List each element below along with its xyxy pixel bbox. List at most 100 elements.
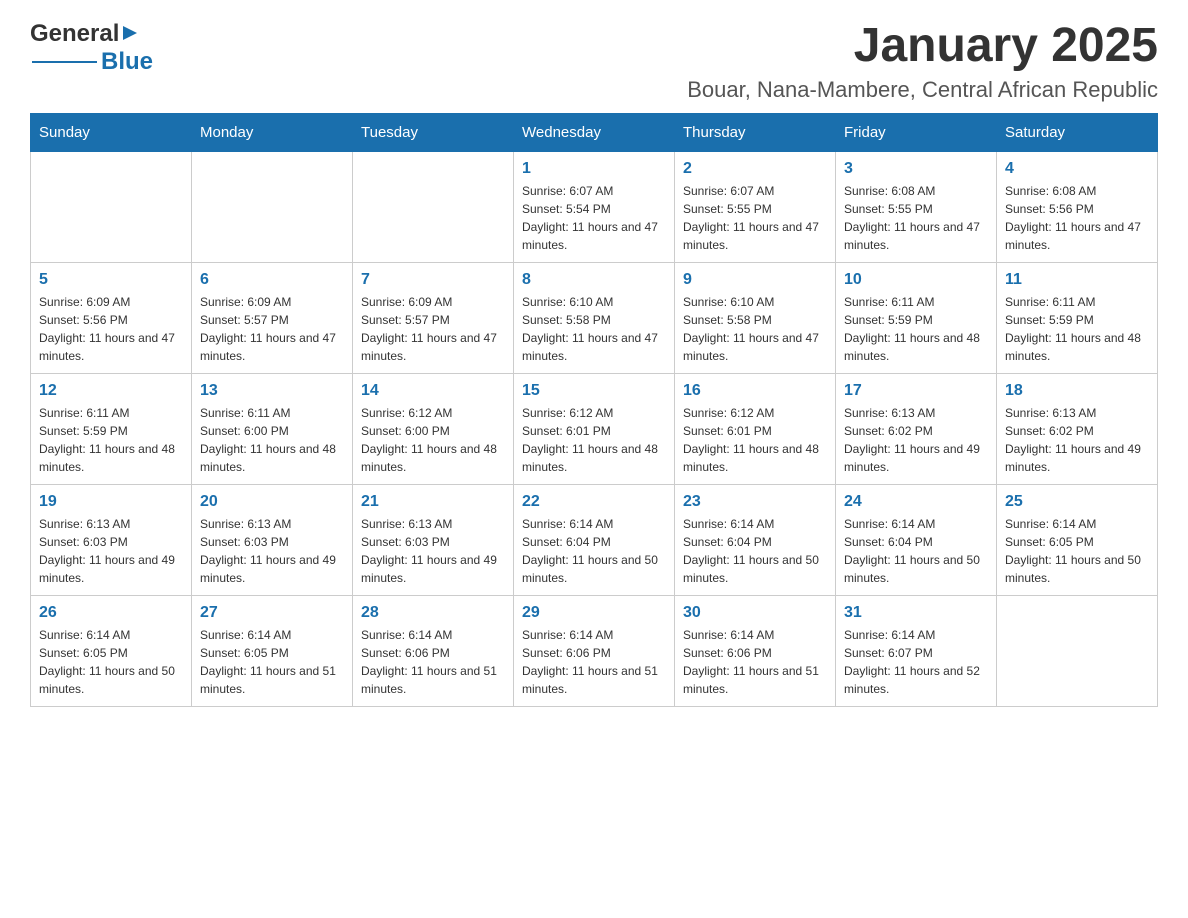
day-number: 1: [522, 160, 666, 178]
day-number: 11: [1005, 271, 1149, 289]
logo: General Blue: [30, 20, 153, 76]
day-info: Sunrise: 6:09 AMSunset: 5:56 PMDaylight:…: [39, 293, 183, 365]
header-saturday: Saturday: [997, 113, 1158, 151]
day-info: Sunrise: 6:14 AMSunset: 6:06 PMDaylight:…: [522, 626, 666, 698]
day-info: Sunrise: 6:11 AMSunset: 6:00 PMDaylight:…: [200, 404, 344, 476]
day-info: Sunrise: 6:13 AMSunset: 6:03 PMDaylight:…: [39, 515, 183, 587]
calendar-cell: 20Sunrise: 6:13 AMSunset: 6:03 PMDayligh…: [192, 484, 353, 595]
day-info: Sunrise: 6:14 AMSunset: 6:06 PMDaylight:…: [361, 626, 505, 698]
calendar-cell: 31 Sunrise: 6:14 AMSunset: 6:07 PMDayligh…: [836, 595, 997, 706]
calendar-cell: 5 Sunrise: 6:09 AMSunset: 5:56 PMDaylight…: [31, 262, 192, 373]
day-info: Sunrise: 6:12 AMSunset: 6:00 PMDaylight:…: [361, 404, 505, 476]
calendar-cell: 13 Sunrise: 6:11 AMSunset: 6:00 PMDayligh…: [192, 373, 353, 484]
calendar-cell: [31, 151, 192, 262]
calendar-cell: 22 Sunrise: 6:14 AMSunset: 6:04 PMDayligh…: [514, 484, 675, 595]
calendar-cell: 7 Sunrise: 6:09 AMSunset: 5:57 PMDaylight…: [353, 262, 514, 373]
logo-general-text: General: [30, 20, 119, 48]
day-info: Sunrise: 6:08 AMSunset: 5:56 PMDaylight:…: [1005, 182, 1149, 254]
calendar-cell: 25Sunrise: 6:14 AMSunset: 6:05 PMDayligh…: [997, 484, 1158, 595]
day-number: 5: [39, 271, 183, 289]
day-info: Sunrise: 6:12 AMSunset: 6:01 PMDaylight:…: [522, 404, 666, 476]
header-friday: Friday: [836, 113, 997, 151]
calendar-cell: 1Sunrise: 6:07 AMSunset: 5:54 PMDaylight…: [514, 151, 675, 262]
day-number: 16: [683, 382, 827, 400]
calendar-cell: 4Sunrise: 6:08 AMSunset: 5:56 PMDaylight…: [997, 151, 1158, 262]
day-info: Sunrise: 6:14 AMSunset: 6:05 PMDaylight:…: [1005, 515, 1149, 587]
calendar-cell: 16 Sunrise: 6:12 AMSunset: 6:01 PMDayligh…: [675, 373, 836, 484]
day-info: Sunrise: 6:14 AMSunset: 6:04 PMDaylight:…: [522, 515, 666, 587]
day-info: Sunrise: 6:11 AMSunset: 5:59 PMDaylight:…: [844, 293, 988, 365]
calendar-cell: 3 Sunrise: 6:08 AMSunset: 5:55 PMDaylight…: [836, 151, 997, 262]
calendar-week-row: 1Sunrise: 6:07 AMSunset: 5:54 PMDaylight…: [31, 151, 1158, 262]
calendar-cell: 6Sunrise: 6:09 AMSunset: 5:57 PMDaylight…: [192, 262, 353, 373]
calendar-table: Sunday Monday Tuesday Wednesday Thursday…: [30, 113, 1158, 707]
calendar-cell: 30Sunrise: 6:14 AMSunset: 6:06 PMDayligh…: [675, 595, 836, 706]
calendar-week-row: 26Sunrise: 6:14 AMSunset: 6:05 PMDayligh…: [31, 595, 1158, 706]
day-info: Sunrise: 6:13 AMSunset: 6:03 PMDaylight:…: [361, 515, 505, 587]
day-number: 2: [683, 160, 827, 178]
calendar-cell: 28 Sunrise: 6:14 AMSunset: 6:06 PMDayligh…: [353, 595, 514, 706]
day-number: 23: [683, 493, 827, 511]
calendar-cell: 24Sunrise: 6:14 AMSunset: 6:04 PMDayligh…: [836, 484, 997, 595]
day-number: 27: [200, 604, 344, 622]
calendar-cell: 23 Sunrise: 6:14 AMSunset: 6:04 PMDayligh…: [675, 484, 836, 595]
day-info: Sunrise: 6:14 AMSunset: 6:07 PMDaylight:…: [844, 626, 988, 698]
day-number: 14: [361, 382, 505, 400]
calendar-cell: [353, 151, 514, 262]
page-header: General Blue January 2025 Bouar, Nana-Ma…: [30, 20, 1158, 103]
calendar-cell: 2 Sunrise: 6:07 AMSunset: 5:55 PMDaylight…: [675, 151, 836, 262]
day-info: Sunrise: 6:11 AMSunset: 5:59 PMDaylight:…: [39, 404, 183, 476]
day-number: 3: [844, 160, 988, 178]
calendar-cell: 18 Sunrise: 6:13 AMSunset: 6:02 PMDayligh…: [997, 373, 1158, 484]
calendar-cell: 19 Sunrise: 6:13 AMSunset: 6:03 PMDayligh…: [31, 484, 192, 595]
day-info: Sunrise: 6:09 AMSunset: 5:57 PMDaylight:…: [361, 293, 505, 365]
day-number: 20: [200, 493, 344, 511]
day-number: 29: [522, 604, 666, 622]
day-info: Sunrise: 6:14 AMSunset: 6:05 PMDaylight:…: [39, 626, 183, 698]
calendar-cell: 27Sunrise: 6:14 AMSunset: 6:05 PMDayligh…: [192, 595, 353, 706]
day-number: 30: [683, 604, 827, 622]
day-number: 31: [844, 604, 988, 622]
location-title: Bouar, Nana-Mambere, Central African Rep…: [687, 77, 1158, 103]
day-number: 8: [522, 271, 666, 289]
calendar-week-row: 19 Sunrise: 6:13 AMSunset: 6:03 PMDayligh…: [31, 484, 1158, 595]
header-wednesday: Wednesday: [514, 113, 675, 151]
day-number: 22: [522, 493, 666, 511]
day-number: 19: [39, 493, 183, 511]
day-number: 12: [39, 382, 183, 400]
calendar-cell: 17 Sunrise: 6:13 AMSunset: 6:02 PMDayligh…: [836, 373, 997, 484]
day-number: 21: [361, 493, 505, 511]
day-info: Sunrise: 6:13 AMSunset: 6:02 PMDaylight:…: [844, 404, 988, 476]
calendar-week-row: 12 Sunrise: 6:11 AMSunset: 5:59 PMDayligh…: [31, 373, 1158, 484]
logo-triangle-icon: [121, 24, 139, 47]
calendar-cell: 14 Sunrise: 6:12 AMSunset: 6:00 PMDayligh…: [353, 373, 514, 484]
calendar-week-row: 5 Sunrise: 6:09 AMSunset: 5:56 PMDaylight…: [31, 262, 1158, 373]
day-info: Sunrise: 6:11 AMSunset: 5:59 PMDaylight:…: [1005, 293, 1149, 365]
day-number: 18: [1005, 382, 1149, 400]
day-info: Sunrise: 6:09 AMSunset: 5:57 PMDaylight:…: [200, 293, 344, 365]
calendar-cell: 29 Sunrise: 6:14 AMSunset: 6:06 PMDayligh…: [514, 595, 675, 706]
title-block: January 2025 Bouar, Nana-Mambere, Centra…: [687, 20, 1158, 103]
calendar-cell: [997, 595, 1158, 706]
day-number: 28: [361, 604, 505, 622]
month-title: January 2025: [687, 20, 1158, 73]
calendar-cell: 21 Sunrise: 6:13 AMSunset: 6:03 PMDayligh…: [353, 484, 514, 595]
logo-divider: [32, 61, 97, 63]
day-info: Sunrise: 6:10 AMSunset: 5:58 PMDaylight:…: [683, 293, 827, 365]
logo-blue-text: Blue: [101, 48, 153, 76]
day-info: Sunrise: 6:12 AMSunset: 6:01 PMDaylight:…: [683, 404, 827, 476]
header-sunday: Sunday: [31, 113, 192, 151]
calendar-cell: 15Sunrise: 6:12 AMSunset: 6:01 PMDayligh…: [514, 373, 675, 484]
day-number: 13: [200, 382, 344, 400]
day-info: Sunrise: 6:13 AMSunset: 6:02 PMDaylight:…: [1005, 404, 1149, 476]
day-number: 17: [844, 382, 988, 400]
day-number: 7: [361, 271, 505, 289]
day-info: Sunrise: 6:08 AMSunset: 5:55 PMDaylight:…: [844, 182, 988, 254]
calendar-cell: 11 Sunrise: 6:11 AMSunset: 5:59 PMDayligh…: [997, 262, 1158, 373]
day-info: Sunrise: 6:10 AMSunset: 5:58 PMDaylight:…: [522, 293, 666, 365]
day-info: Sunrise: 6:14 AMSunset: 6:04 PMDaylight:…: [683, 515, 827, 587]
day-number: 10: [844, 271, 988, 289]
day-info: Sunrise: 6:07 AMSunset: 5:55 PMDaylight:…: [683, 182, 827, 254]
calendar-cell: 9Sunrise: 6:10 AMSunset: 5:58 PMDaylight…: [675, 262, 836, 373]
day-number: 24: [844, 493, 988, 511]
